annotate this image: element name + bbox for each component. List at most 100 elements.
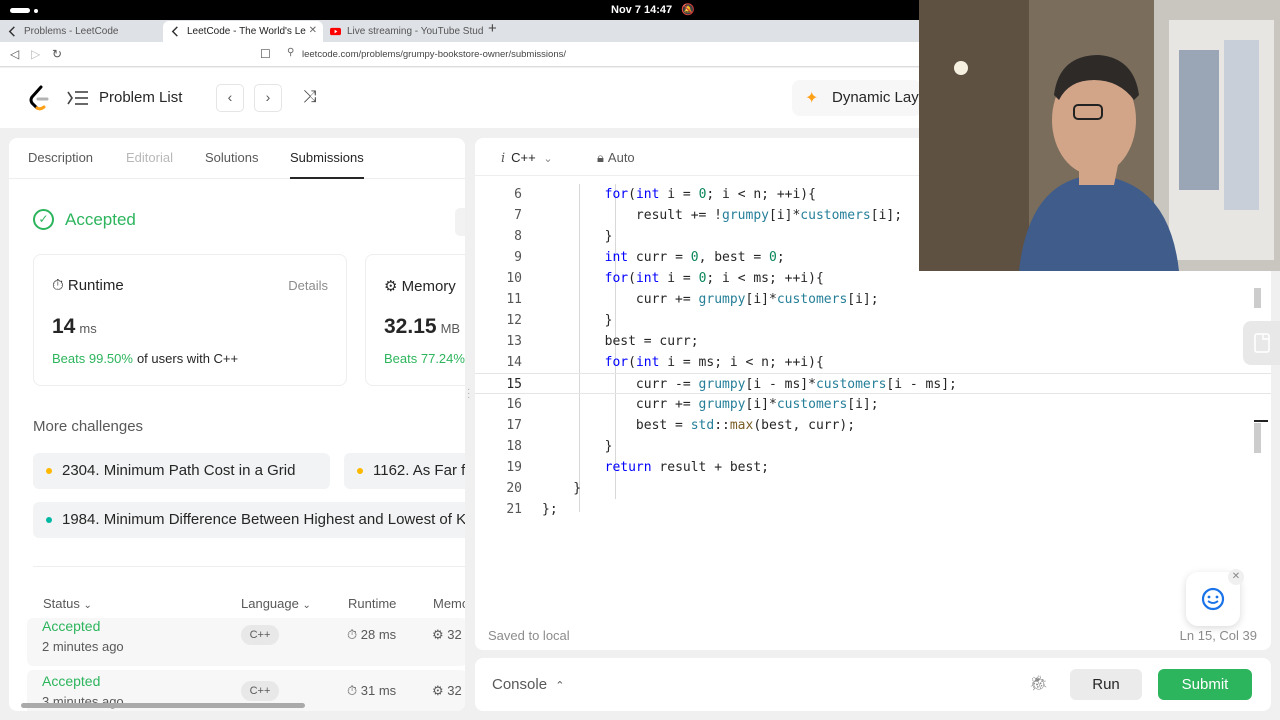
challenge-chip[interactable]: 1984. Minimum Difference Between Highest… [33,502,465,538]
language-selector[interactable]: i C++ ⌄ [501,150,553,166]
row-language: C++ [241,625,279,645]
memory-card[interactable]: ⚙ Memory 32.15 MB Beats 77.24% [365,254,465,386]
challenge-chip[interactable]: 2304. Minimum Path Cost in a Grid [33,453,330,489]
problem-list-link[interactable]: Problem List [99,89,182,106]
line-number: 16 [506,397,522,412]
prev-problem-button[interactable]: ‹ [216,84,244,112]
site-info-icon[interactable]: ⚲ [287,47,294,58]
side-notes-button[interactable] [1243,321,1280,365]
code-text: best = curr; [542,334,699,349]
console-label: Console [492,676,548,693]
row-status[interactable]: Accepted [42,673,100,689]
line-number: 11 [506,292,522,307]
code-line: 13 best = curr; [475,331,1271,352]
debug-icon[interactable]: 🐞︎ [1029,674,1048,692]
line-number: 10 [506,271,522,286]
status-label: Accepted [65,210,136,229]
chevron-right-icon: › [265,89,271,105]
chevron-up-icon: ⌃ [555,680,565,692]
runtime-beats-suffix: of users with C++ [136,351,239,366]
code-line: 12 } [475,310,1271,331]
row-status[interactable]: Accepted [42,618,100,634]
scroll-position-marker [1254,420,1268,422]
code-text: } [542,439,613,454]
memory-number: 32.15 [384,315,437,338]
youtube-favicon-icon [330,27,341,36]
check-circle-icon: ✓ [33,209,54,230]
details-link[interactable]: Details [288,278,328,293]
memory-title-text: Memory [401,278,456,295]
activities-indicator[interactable] [10,8,30,13]
back-icon[interactable]: ◁ [10,47,19,61]
memory-column-header: Memory [433,596,465,611]
browser-tab-problems[interactable]: Problems - LeetCode [0,21,160,42]
status-column-header[interactable]: Status ⌄ [43,596,92,611]
runtime-unit: ms [79,321,97,336]
code-line: 18 } [475,436,1271,457]
lock-icon: 🔒︎ [597,150,604,165]
challenge-chip[interactable]: 1162. As Far from Land as Possible [344,453,465,489]
console-bar: Console ⌃ 🐞︎ Run Submit [475,658,1271,711]
language-header-label: Language [241,596,299,611]
line-number: 6 [514,187,522,202]
memory-title: ⚙ Memory [384,277,456,295]
shuffle-icon[interactable]: ⤨ [303,87,317,107]
reload-icon[interactable]: ↻ [52,47,62,61]
medium-dot-icon [46,468,52,474]
close-chat-icon[interactable]: ✕ [1228,569,1244,585]
clock[interactable]: Nov 7 14:47 [611,4,672,16]
editorial-button[interactable] [455,208,465,236]
chip-icon: ⚙ [384,278,398,295]
new-tab-icon[interactable]: + [488,20,497,37]
close-tab-icon[interactable]: ✕ [309,25,317,36]
tab-solutions[interactable]: Solutions [205,150,258,165]
submit-button[interactable]: Submit [1158,669,1252,700]
row-runtime: ⏱ 28 ms [347,627,396,643]
line-number: 21 [506,502,522,517]
forward-icon[interactable]: ▷ [31,47,40,61]
code-icon: i [501,151,506,166]
leetcode-logo-icon[interactable] [27,84,49,112]
vertical-scrollbar[interactable] [1254,288,1261,308]
bookmark-icon[interactable]: ☐ [260,47,271,61]
panel-resize-handle[interactable]: · · · [467,385,470,403]
url-field[interactable]: leetcode.com/problems/grumpy-bookstore-o… [302,49,566,60]
horizontal-scrollbar[interactable] [21,703,305,708]
browser-tab-label: Live streaming - YouTube Stud [347,26,483,37]
browser-tab-youtube[interactable]: Live streaming - YouTube Stud [323,21,483,42]
panel-tabs: Description Editorial Solutions Submissi… [9,138,465,179]
dynamic-layout-button[interactable]: ✦ Dynamic Lay [792,80,922,116]
row-time: 2 minutes ago [42,639,124,654]
browser-tab-leetcode[interactable]: LeetCode - The World's Le ✕ [163,21,323,42]
tab-submissions[interactable]: Submissions [290,150,364,179]
challenge-label: 2304. Minimum Path Cost in a Grid [62,462,296,479]
row-runtime-value: 28 ms [360,627,397,642]
line-number: 9 [514,250,522,265]
tab-description[interactable]: Description [28,150,93,165]
language-column-header[interactable]: Language ⌄ [241,596,311,611]
code-text: int curr = 0, best = 0; [604,250,785,265]
memory-unit: MB [440,321,461,336]
next-problem-button[interactable]: › [254,84,282,112]
auto-mode-selector[interactable]: 🔒︎ Auto [597,150,635,166]
table-row[interactable]: Accepted 2 minutes ago C++ ⏱ 28 ms ⚙ 32 [27,618,465,666]
bell-muted-icon[interactable]: 🔕 [681,3,695,16]
vertical-scrollbar-thumb[interactable] [1254,423,1261,453]
stopwatch-icon: ⏱ [347,627,358,642]
console-toggle[interactable]: Console ⌃ [492,676,564,693]
challenge-label: 1162. As Far from Land as Possible [373,462,465,479]
line-number: 8 [514,229,522,244]
challenge-label: 1984. Minimum Difference Between Highest… [62,511,465,528]
problem-list-icon[interactable] [66,88,90,108]
webcam-overlay [919,0,1280,271]
workspace-dot [34,9,38,13]
run-button[interactable]: Run [1070,669,1142,700]
code-text: } [542,229,613,244]
tab-editorial[interactable]: Editorial [126,150,173,165]
code-text: result += !grumpy[i]*customers[i]; [542,208,903,223]
line-number: 13 [506,334,522,349]
status-header-label: Status [43,596,80,611]
code-line-current: 15 curr -= grumpy[i - ms]*customers[i - … [475,373,1271,394]
runtime-card[interactable]: ⏱ Runtime Details 14 ms Beats 99.50% of us… [33,254,347,386]
row-memory: ⚙ 32 [432,683,462,699]
